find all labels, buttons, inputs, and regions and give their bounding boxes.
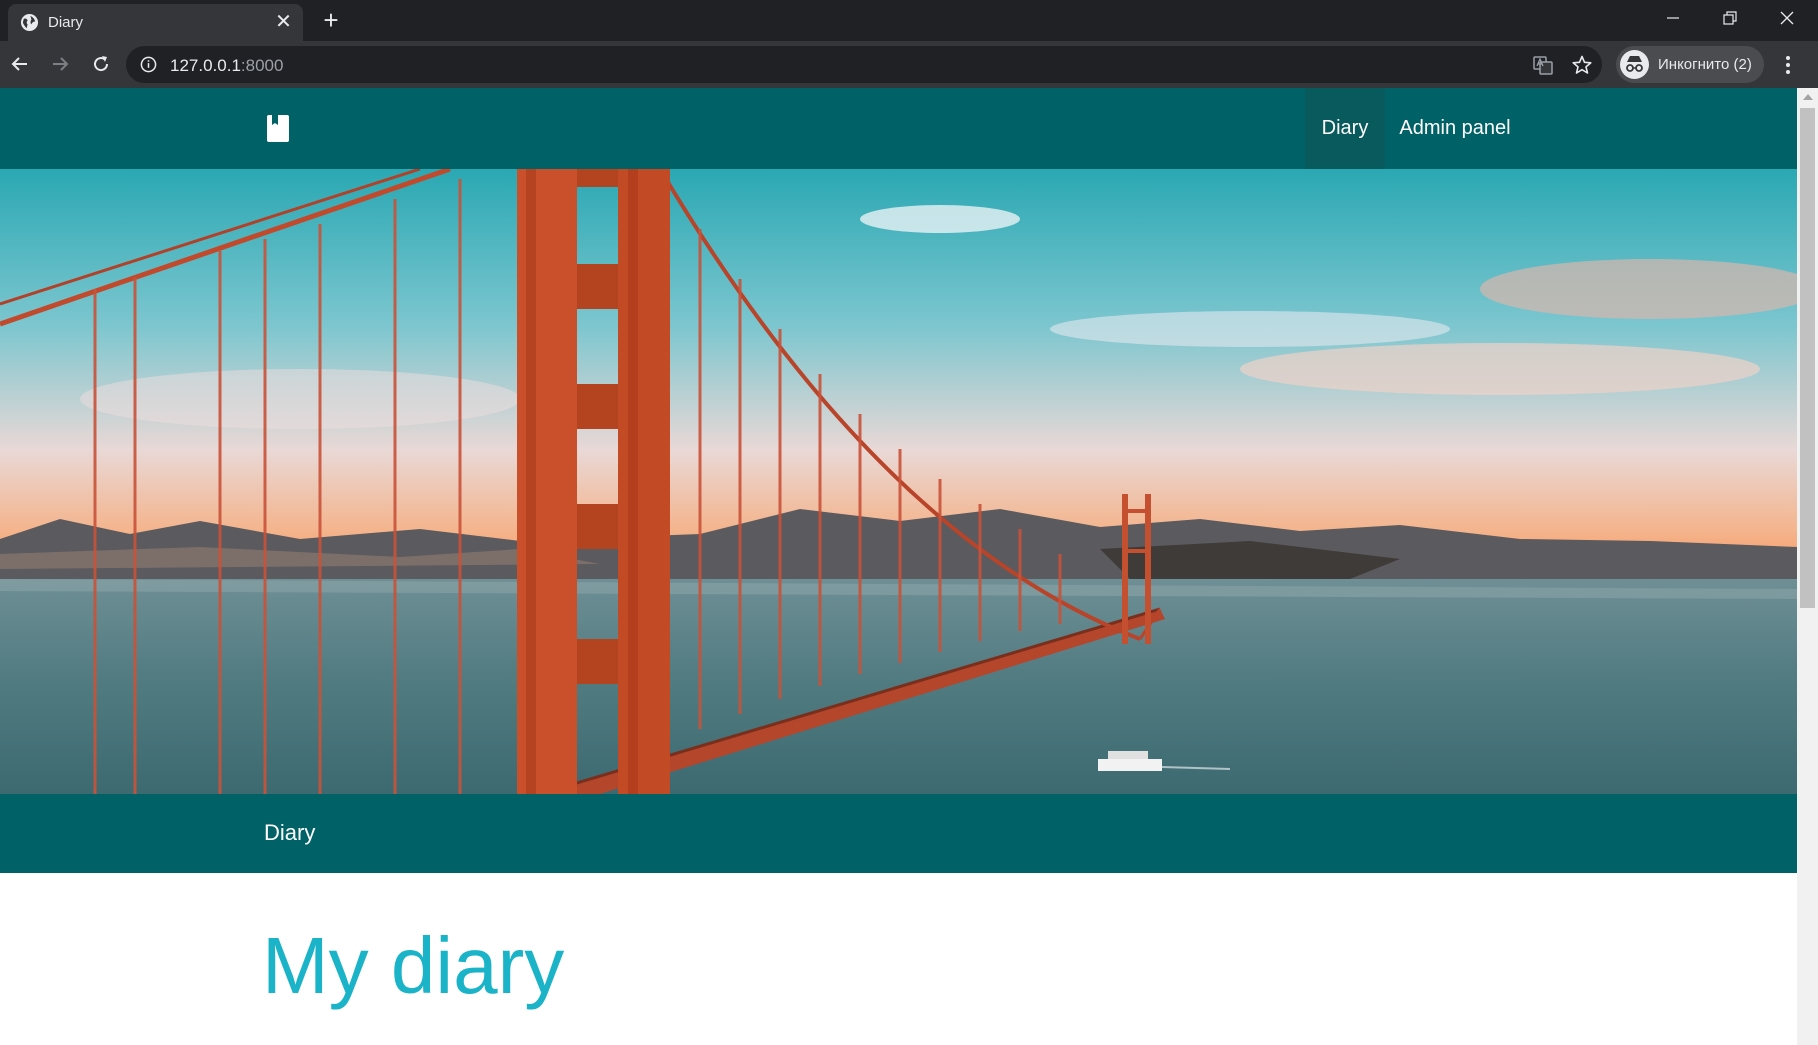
- incognito-icon: [1620, 50, 1649, 79]
- reload-button[interactable]: [86, 49, 116, 79]
- nav-item-diary[interactable]: Diary: [1305, 88, 1385, 169]
- page-viewport: Diary Admin panel Diary My diary: [0, 88, 1818, 1045]
- globe-icon: [20, 13, 39, 32]
- page-title: My diary: [262, 921, 565, 1010]
- info-icon[interactable]: [140, 56, 157, 73]
- back-button[interactable]: [5, 49, 35, 79]
- browser-tab[interactable]: Diary ✕: [8, 4, 303, 41]
- site-navbar: Diary Admin panel: [0, 88, 1797, 169]
- address-bar[interactable]: 127.0.0.1:8000: [126, 46, 1602, 83]
- url-text: 127.0.0.1:8000: [170, 56, 284, 75]
- close-icon: [1780, 11, 1794, 25]
- browser-tabstrip: Diary ✕ +: [0, 0, 1818, 41]
- scroll-up-arrow-icon[interactable]: [1803, 94, 1813, 100]
- tab-close-icon[interactable]: ✕: [274, 12, 293, 32]
- minimize-button[interactable]: [1644, 0, 1702, 36]
- tab-title: Diary: [48, 14, 84, 31]
- arrow-left-icon: [11, 57, 27, 71]
- minimize-icon: [1667, 17, 1679, 19]
- subbar-title: Diary: [264, 820, 316, 845]
- translate-icon[interactable]: [1532, 54, 1554, 76]
- star-icon[interactable]: [1571, 54, 1593, 76]
- arrow-right-icon: [53, 57, 69, 71]
- hero-image: [0, 169, 1797, 794]
- scrollbar-thumb[interactable]: [1800, 108, 1815, 608]
- new-tab-button[interactable]: +: [318, 7, 344, 34]
- vertical-scrollbar[interactable]: [1797, 88, 1818, 1045]
- incognito-profile-button[interactable]: Инкогнито (2): [1616, 46, 1764, 83]
- reload-icon: [94, 56, 109, 72]
- restore-icon: [1723, 11, 1737, 25]
- nav-item-admin-panel[interactable]: Admin panel: [1385, 88, 1525, 169]
- book-icon[interactable]: [267, 115, 289, 142]
- web-page: Diary Admin panel Diary My diary: [0, 88, 1797, 1045]
- profile-label: Инкогнито (2): [1658, 56, 1752, 73]
- close-window-button[interactable]: [1758, 0, 1816, 36]
- kebab-menu-icon[interactable]: [1776, 53, 1800, 77]
- page-subbar: Diary: [0, 794, 1797, 873]
- restore-button[interactable]: [1701, 0, 1759, 36]
- forward-button[interactable]: [45, 49, 75, 79]
- browser-toolbar: 127.0.0.1:8000 Инкогнито (2): [0, 41, 1818, 88]
